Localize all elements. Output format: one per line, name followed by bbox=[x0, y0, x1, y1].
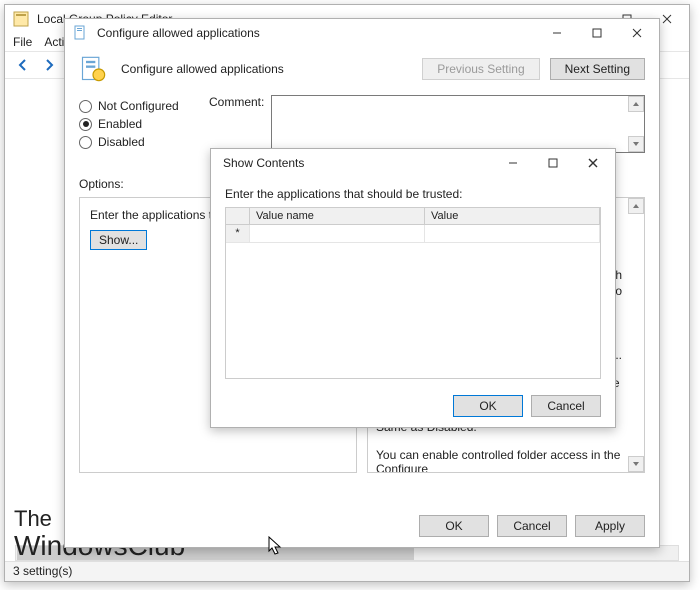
show-maximize-button[interactable] bbox=[533, 149, 573, 177]
policy-icon bbox=[73, 25, 89, 41]
config-header-row: Configure allowed applications Previous … bbox=[65, 47, 659, 91]
config-close-button[interactable] bbox=[617, 19, 657, 47]
help-scroll-down-icon[interactable] bbox=[628, 456, 644, 472]
show-cancel-button[interactable]: Cancel bbox=[531, 395, 601, 417]
col-value-name: Value name bbox=[250, 208, 425, 225]
row-marker: * bbox=[226, 225, 250, 243]
policy-large-icon bbox=[79, 55, 107, 83]
show-button[interactable]: Show... bbox=[90, 230, 147, 250]
state-radiogroup: Not Configured Enabled Disabled bbox=[79, 95, 189, 153]
config-minimize-button[interactable] bbox=[537, 19, 577, 47]
next-setting-button[interactable]: Next Setting bbox=[550, 58, 645, 80]
radio-enabled[interactable]: Enabled bbox=[79, 117, 189, 131]
config-ok-button[interactable]: OK bbox=[419, 515, 489, 537]
comment-textarea[interactable] bbox=[271, 95, 645, 153]
show-prompt: Enter the applications that should be tr… bbox=[211, 177, 615, 207]
radio-disabled[interactable]: Disabled bbox=[79, 135, 189, 149]
comment-area: Comment: bbox=[209, 95, 645, 153]
config-buttonrow: OK Cancel Apply bbox=[419, 515, 645, 537]
show-buttonrow: OK Cancel bbox=[453, 395, 601, 417]
menu-file[interactable]: File bbox=[13, 35, 32, 49]
back-icon[interactable] bbox=[11, 54, 35, 76]
config-heading: Configure allowed applications bbox=[121, 62, 412, 76]
config-apply-button[interactable]: Apply bbox=[575, 515, 645, 537]
grid-header-row: Value name Value bbox=[226, 208, 600, 225]
cell-value[interactable] bbox=[425, 225, 600, 243]
status-bar: 3 setting(s) bbox=[5, 561, 689, 581]
previous-setting-button[interactable]: Previous Setting bbox=[422, 58, 539, 80]
col-value: Value bbox=[425, 208, 600, 225]
show-minimize-button[interactable] bbox=[493, 149, 533, 177]
scroll-down-icon[interactable] bbox=[628, 136, 644, 152]
show-title: Show Contents bbox=[219, 156, 493, 170]
show-ok-button[interactable]: OK bbox=[453, 395, 523, 417]
config-maximize-button[interactable] bbox=[577, 19, 617, 47]
show-grid[interactable]: Value name Value * bbox=[225, 207, 601, 379]
show-contents-dialog: Show Contents Enter the applications tha… bbox=[210, 148, 616, 428]
grid-row-new[interactable]: * bbox=[226, 225, 600, 243]
forward-icon[interactable] bbox=[37, 54, 61, 76]
help-scroll-up-icon[interactable] bbox=[628, 198, 644, 214]
gpedit-icon bbox=[13, 11, 29, 27]
config-title: Configure allowed applications bbox=[93, 26, 537, 40]
menu-action[interactable]: Acti bbox=[44, 35, 64, 49]
help-enable: You can enable controlled folder access … bbox=[376, 448, 622, 473]
radio-not-configured[interactable]: Not Configured bbox=[79, 99, 189, 113]
show-close-button[interactable] bbox=[573, 149, 613, 177]
config-cancel-button[interactable]: Cancel bbox=[497, 515, 567, 537]
mouse-cursor-icon bbox=[268, 536, 282, 556]
cell-value-name[interactable] bbox=[250, 225, 425, 243]
scroll-up-icon[interactable] bbox=[628, 96, 644, 112]
status-text: 3 setting(s) bbox=[13, 564, 72, 578]
config-titlebar: Configure allowed applications bbox=[65, 19, 659, 47]
show-titlebar: Show Contents bbox=[211, 149, 615, 177]
